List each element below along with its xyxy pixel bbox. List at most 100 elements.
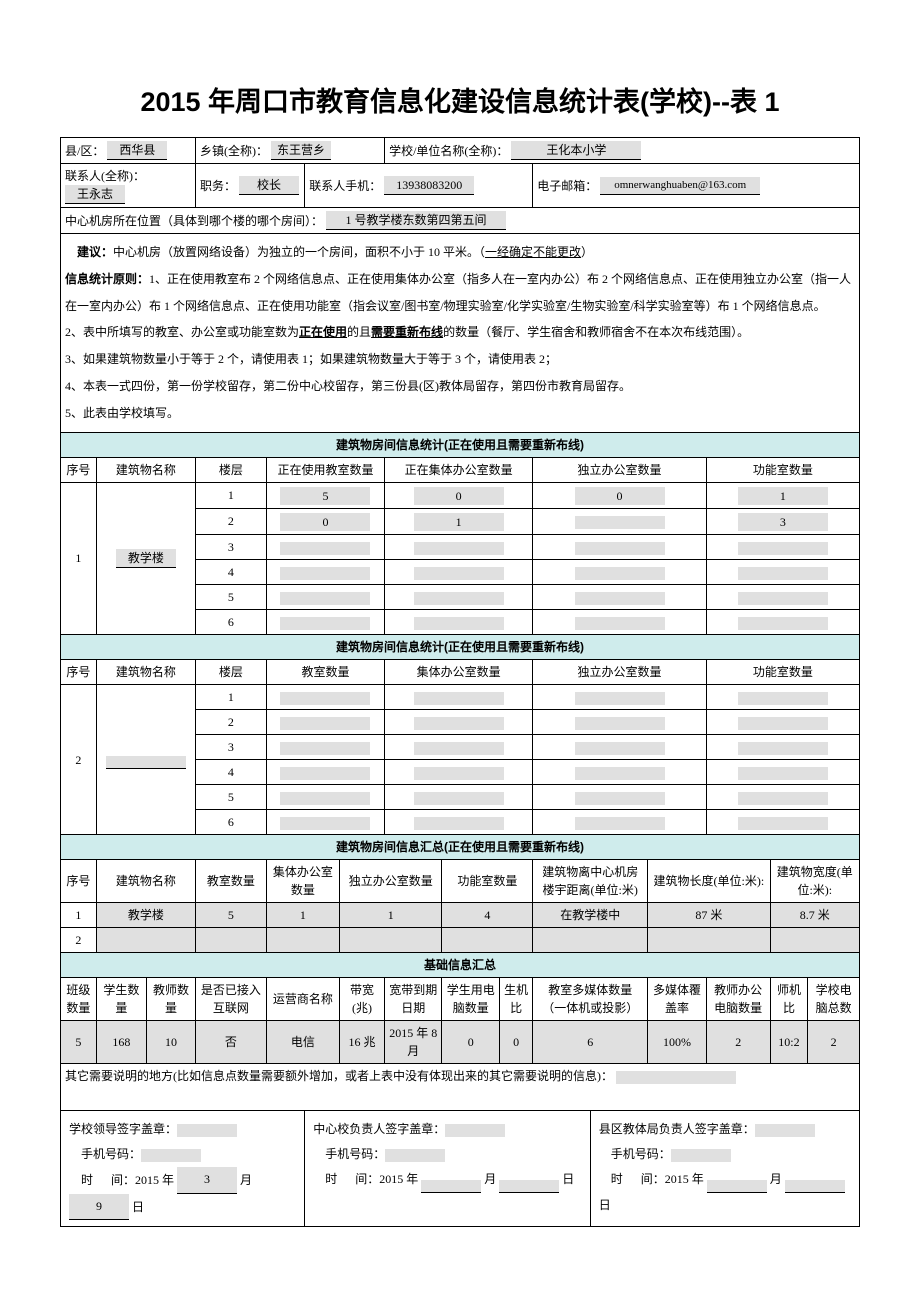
sig-county-l2: 手机号码： [611, 1147, 671, 1161]
bldg1-cols: 序号 建筑物名称 楼层 正在使用教室数量 正在集体办公室数量 独立办公室数量 功… [61, 457, 860, 482]
header-row-3: 中心机房所在位置（具体到哪个楼的哪个房间）： 1 号教学楼东数第四第五间 [61, 208, 860, 234]
main-table: 县/区： 西华县 乡镇(全称)： 东王营乡 学校/单位名称(全称)： 王化本小学… [60, 137, 860, 1227]
b2f5-g [414, 792, 504, 805]
sig-school-day: 9 [69, 1194, 129, 1220]
sig-school-month: 3 [177, 1167, 237, 1193]
township-label: 乡镇(全称)： [200, 144, 268, 158]
email-value: omnerwanghuaben@163.com [600, 177, 760, 195]
b1f1-g: 0 [414, 487, 504, 505]
b2f1-g [414, 692, 504, 705]
b2f3-fn [738, 742, 828, 755]
b2f5-fn [738, 792, 828, 805]
b2f2-fn [738, 717, 828, 730]
sig-county-phone [671, 1149, 731, 1162]
sig-center-sign [445, 1124, 505, 1137]
b2f1-c [280, 692, 370, 705]
contact-value: 王永志 [65, 185, 125, 204]
phone-value: 13938083200 [384, 176, 474, 195]
b1f2-c: 0 [280, 513, 370, 531]
b1f5-g [414, 592, 504, 605]
notes-row: 其它需要说明的地方(比如信息点数量需要额外增加，或者上表中没有体现出来的其它需要… [61, 1064, 860, 1111]
contact-label: 联系人(全称)： [65, 169, 145, 183]
b2f4-fn [738, 767, 828, 780]
b1f2-i [575, 516, 665, 529]
suggest-text: 中心机房（放置网络设备）为独立的一个房间，面积不小于 10 平米。（ [113, 245, 485, 259]
sig-school-phone [141, 1149, 201, 1162]
b1f6-fn [738, 617, 828, 630]
rule1c: 在一室内办公）布 1 个网络信息点、正在使用功能室（指会议室/图书室/物理实验室… [65, 295, 855, 318]
b2f4-c [280, 767, 370, 780]
b2f3-i [575, 742, 665, 755]
email-label: 电子邮箱： [537, 179, 597, 193]
b1f3-c [280, 542, 370, 555]
page-title: 2015 年周口市教育信息化建设信息统计表(学校)--表 1 [60, 80, 860, 119]
rule5: 5、此表由学校填写。 [65, 402, 855, 425]
sig-school-l1: 学校领导签字盖章： [69, 1122, 177, 1136]
b1f1-fn: 1 [738, 487, 828, 505]
b1f1-i: 0 [575, 487, 665, 505]
rules-block: 建议：中心机房（放置网络设备）为独立的一个房间，面积不小于 10 平米。（一经确… [61, 234, 860, 433]
rule2e: 的数量（餐厅、学生宿舍和教师宿舍不在本次布线范围）。 [443, 325, 749, 339]
b1f4-i [575, 567, 665, 580]
b2f4-i [575, 767, 665, 780]
bldg2-cols: 序号 建筑物名称 楼层 教室数量 集体办公室数量 独立办公室数量 功能室数量 [61, 660, 860, 685]
sig-center-day [499, 1180, 559, 1193]
b1f3-fn [738, 542, 828, 555]
b1f5-fn [738, 592, 828, 605]
rule2d: 需要重新布线 [371, 325, 443, 339]
server-room-value: 1 号教学楼东数第四第五间 [326, 211, 506, 230]
b2f2-c [280, 717, 370, 730]
summary-section: 建筑物房间信息汇总(正在使用且需要重新布线) [61, 835, 860, 860]
b1f4-c [280, 567, 370, 580]
suggest-label: 建议： [77, 245, 113, 259]
rule1-label: 信息统计原则： [65, 272, 149, 286]
signature-row: 学校领导签字盖章： 手机号码： 时 间：2015 年 3 月 9 日 中心校负责… [61, 1111, 860, 1227]
b1f2-fn: 3 [738, 513, 828, 531]
b2f3-g [414, 742, 504, 755]
b2f1-i [575, 692, 665, 705]
b2f4-g [414, 767, 504, 780]
b1f4-fn [738, 567, 828, 580]
summary-row-1: 1 教学楼 5 1 1 4 在教学楼中 87 米 8.7 米 [61, 903, 860, 928]
b1-name: 教学楼 [116, 549, 176, 568]
b2f5-i [575, 792, 665, 805]
rule1b: 1、正在使用教室布 2 个网络信息点、正在使用集体办公室（指多人在一室内办公）布… [149, 272, 851, 286]
sig-center-phone [385, 1149, 445, 1162]
b2f6-g [414, 817, 504, 830]
summary-row-2: 2 [61, 928, 860, 953]
rule2c: 的且 [347, 325, 371, 339]
school-value: 王化本小学 [511, 141, 641, 160]
notes-value [616, 1071, 736, 1084]
b1f6-g [414, 617, 504, 630]
sig-center-month [421, 1180, 481, 1193]
sig-county-l1: 县区教体局负责人签字盖章： [599, 1122, 755, 1136]
sig-county-month [707, 1180, 767, 1193]
suggest-fixed: 一经确定不能更改 [485, 245, 581, 259]
sig-county-sign [755, 1124, 815, 1137]
sig-center-l2: 手机号码： [325, 1147, 385, 1161]
rule2a: 2、表中所填写的教室、办公室或功能室数为 [65, 325, 299, 339]
sig-school-sign [177, 1124, 237, 1137]
sig-center-l1: 中心校负责人签字盖章： [313, 1122, 445, 1136]
b2-f1: 2 1 [61, 685, 860, 710]
rule3: 3、如果建筑物数量小于等于 2 个，请使用表 1；如果建筑物数量大于等于 3 个… [65, 348, 855, 371]
b2f2-g [414, 717, 504, 730]
header-row-1: 县/区： 西华县 乡镇(全称)： 东王营乡 学校/单位名称(全称)： 王化本小学 [61, 138, 860, 164]
b1f3-g [414, 542, 504, 555]
b2-name [106, 756, 186, 769]
rule4: 4、本表一式四份，第一份学校留存，第二份中心校留存，第三份县(区)教体局留存，第… [65, 375, 855, 398]
sig-school-l2: 手机号码： [81, 1147, 141, 1161]
b2f1-fn [738, 692, 828, 705]
b1f6-c [280, 617, 370, 630]
b1f5-c [280, 592, 370, 605]
township-value: 东王营乡 [271, 141, 331, 160]
b2f6-fn [738, 817, 828, 830]
bldg1-section: 建筑物房间信息统计(正在使用且需要重新布线) [61, 432, 860, 457]
notes-label: 其它需要说明的地方(比如信息点数量需要额外增加，或者上表中没有体现出来的其它需要… [65, 1069, 613, 1083]
school-label: 学校/单位名称(全称)： [389, 144, 508, 158]
position-label: 职务： [200, 179, 236, 193]
b1f3-i [575, 542, 665, 555]
header-row-2: 联系人(全称)： 王永志 职务： 校长 联系人手机： 13938083200 电… [61, 164, 860, 208]
rule2b: 正在使用 [299, 325, 347, 339]
sig-county-day [785, 1180, 845, 1193]
